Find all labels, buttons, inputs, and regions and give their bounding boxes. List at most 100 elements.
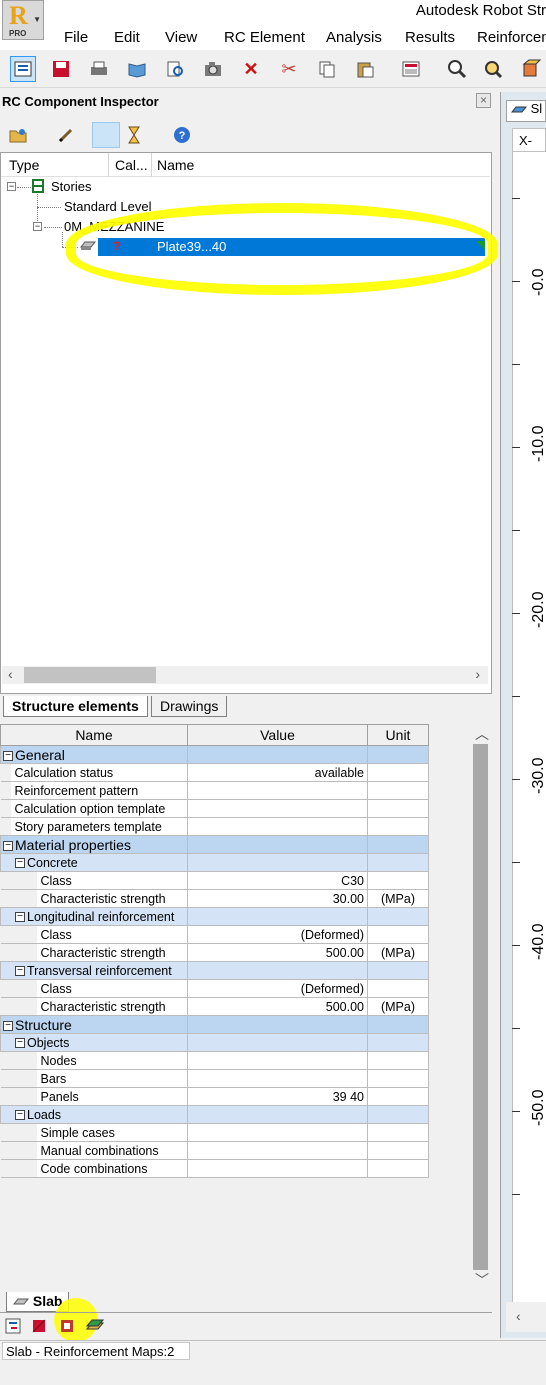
property-row[interactable]: Characteristic strength 500.00 (MPa) <box>0 943 429 962</box>
hourglass-icon[interactable] <box>120 122 148 148</box>
view-3d-icon[interactable] <box>518 56 544 82</box>
collapse-icon[interactable]: − <box>3 840 13 851</box>
property-section-row[interactable]: − Structure <box>0 1015 429 1034</box>
grid-header-value[interactable]: Value <box>187 724 368 746</box>
property-section-row[interactable]: − Longitudinal reinforcement <box>0 907 429 926</box>
property-row[interactable]: Code combinations <box>0 1159 429 1178</box>
menu-reinforcement[interactable]: Reinforcem <box>477 29 546 46</box>
property-section-row[interactable]: − Objects <box>0 1033 429 1052</box>
collapse-stories-icon[interactable]: − <box>7 182 16 191</box>
property-row[interactable]: Calculation option template <box>0 799 429 818</box>
pencil-icon[interactable] <box>52 122 80 148</box>
property-row[interactable]: Class (Deformed) <box>0 925 429 944</box>
calculator-icon[interactable] <box>398 56 424 82</box>
property-value[interactable]: 39 40 <box>187 1087 368 1106</box>
column-name[interactable]: Name <box>157 157 194 173</box>
reinforcement-icon[interactable] <box>56 1316 78 1336</box>
blank-tool-icon[interactable] <box>92 122 120 148</box>
collapse-icon[interactable]: − <box>15 1110 25 1121</box>
collapse-icon[interactable]: − <box>15 912 25 923</box>
property-value[interactable] <box>187 799 368 818</box>
property-row[interactable]: Bars <box>0 1069 429 1088</box>
paste-icon[interactable] <box>352 56 378 82</box>
collapse-icon[interactable]: − <box>15 1038 25 1049</box>
drawing-area[interactable] <box>512 152 546 1302</box>
tab-structure-elements[interactable]: Structure elements <box>3 696 148 717</box>
property-value[interactable]: 500.00 <box>187 943 368 962</box>
help-icon[interactable]: ? <box>168 122 196 148</box>
property-value[interactable] <box>187 1051 368 1070</box>
property-value[interactable]: C30 <box>187 871 368 890</box>
property-section-row[interactable]: − Material properties <box>0 835 429 854</box>
scroll-left-icon[interactable]: ‹ <box>8 666 13 682</box>
tree-item-standard-level[interactable]: Standard Level <box>64 199 151 214</box>
inspector-toggle-icon[interactable] <box>10 56 36 82</box>
red-book-icon[interactable] <box>28 1316 50 1336</box>
save-icon[interactable] <box>48 56 74 82</box>
close-icon[interactable]: × <box>476 93 491 108</box>
property-value[interactable] <box>187 781 368 800</box>
property-row[interactable]: Reinforcement pattern <box>0 781 429 800</box>
slab-layers-icon[interactable] <box>84 1316 106 1336</box>
copy-icon[interactable] <box>314 56 340 82</box>
property-value[interactable] <box>187 1123 368 1142</box>
view-tab[interactable]: Sl <box>506 100 546 122</box>
scroll-right-icon[interactable]: › <box>475 666 480 682</box>
property-row[interactable]: Characteristic strength 30.00 (MPa) <box>0 889 429 908</box>
property-section-row[interactable]: − Transversal reinforcement <box>0 961 429 980</box>
menu-analysis[interactable]: Analysis <box>326 29 382 46</box>
column-divider[interactable] <box>108 153 109 177</box>
property-row[interactable]: Panels 39 40 <box>0 1087 429 1106</box>
delete-icon[interactable]: ✕ <box>238 56 264 82</box>
zoom-icon[interactable] <box>444 56 470 82</box>
camera-icon[interactable] <box>200 56 226 82</box>
collapse-icon[interactable]: − <box>3 1020 13 1031</box>
property-value[interactable]: (Deformed) <box>187 979 368 998</box>
property-value[interactable]: (Deformed) <box>187 925 368 944</box>
property-section-row[interactable]: − Concrete <box>0 853 429 872</box>
menu-file[interactable]: File <box>64 29 88 46</box>
collapse-icon[interactable]: − <box>3 750 13 761</box>
zoom-window-icon[interactable] <box>480 56 506 82</box>
tree-view-icon[interactable] <box>2 1316 24 1336</box>
grid-header-name[interactable]: Name <box>0 724 188 746</box>
property-value[interactable] <box>187 1141 368 1160</box>
property-row[interactable]: Calculation status available <box>0 763 429 782</box>
menu-edit[interactable]: Edit <box>114 29 140 46</box>
menu-rc-element[interactable]: RC Element <box>224 29 305 46</box>
property-row[interactable]: Characteristic strength 500.00 (MPa) <box>0 997 429 1016</box>
collapse-mezzanine-icon[interactable]: − <box>33 222 42 231</box>
open-book-icon[interactable] <box>124 56 150 82</box>
scrollbar-thumb[interactable] <box>24 667 156 683</box>
print-preview-icon[interactable] <box>162 56 188 82</box>
collapse-icon[interactable]: − <box>15 858 25 869</box>
grid-header-unit[interactable]: Unit <box>367 724 429 746</box>
scroll-down-icon[interactable]: ﹀ <box>475 1270 489 1290</box>
tree-item-stories[interactable]: Stories <box>51 179 91 194</box>
open-folder-icon[interactable] <box>4 122 32 148</box>
property-row[interactable]: Simple cases <box>0 1123 429 1142</box>
property-row[interactable]: Manual combinations <box>0 1141 429 1160</box>
menu-results[interactable]: Results <box>405 29 455 46</box>
property-row[interactable]: Class (Deformed) <box>0 979 429 998</box>
scroll-up-icon[interactable]: ︿ <box>475 724 489 744</box>
scroll-left-icon[interactable]: ‹ <box>516 1308 521 1324</box>
tab-drawings[interactable]: Drawings <box>151 696 228 717</box>
property-row[interactable]: Nodes <box>0 1051 429 1070</box>
property-value[interactable] <box>187 817 368 836</box>
scrollbar-thumb[interactable] <box>473 744 488 1270</box>
print-icon[interactable] <box>86 56 112 82</box>
app-logo-button[interactable]: R PRO ▼ <box>2 0 44 40</box>
grid-vertical-scrollbar[interactable]: ︿ ﹀ <box>471 724 490 1290</box>
collapse-icon[interactable]: − <box>15 966 25 977</box>
property-row[interactable]: Class C30 <box>0 871 429 890</box>
property-value[interactable] <box>187 1069 368 1088</box>
cut-icon[interactable]: ✂ <box>276 56 302 82</box>
property-value[interactable] <box>187 1159 368 1178</box>
column-divider[interactable] <box>151 153 152 177</box>
property-section-row[interactable]: − General <box>0 745 429 764</box>
property-value[interactable]: available <box>187 763 368 782</box>
tree-horizontal-scrollbar[interactable]: ‹ › <box>2 666 488 684</box>
view-horizontal-scrollbar[interactable]: ‹ <box>506 1302 546 1332</box>
property-value[interactable]: 500.00 <box>187 997 368 1016</box>
